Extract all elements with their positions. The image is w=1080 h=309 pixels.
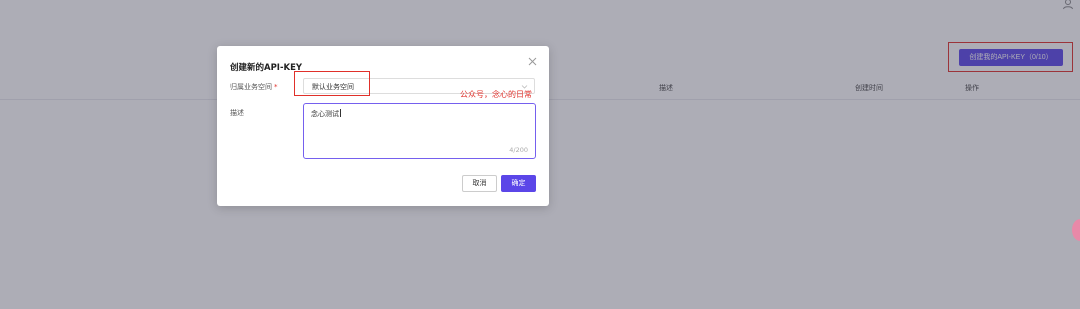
char-counter: 4/200 — [509, 146, 528, 154]
create-api-key-dialog: 创建新的API-KEY 归属业务空间 * 默认业务空间 公众号，念心的日常 描述 … — [217, 46, 549, 206]
confirm-button[interactable]: 确定 — [501, 175, 536, 192]
description-label: 描述 — [230, 109, 244, 117]
cancel-button[interactable]: 取消 — [462, 175, 497, 192]
close-icon[interactable] — [528, 57, 537, 66]
required-star: * — [274, 83, 278, 91]
workspace-highlight-box — [294, 71, 370, 96]
dialog-title: 创建新的API-KEY — [230, 63, 303, 73]
description-value: 念心测试 — [311, 109, 341, 119]
description-textarea[interactable]: 念心测试 4/200 — [303, 103, 536, 159]
workspace-label-text: 归属业务空间 — [230, 83, 272, 91]
description-text: 念心测试 — [311, 110, 339, 118]
workspace-label: 归属业务空间 * — [230, 82, 278, 92]
text-caret — [340, 109, 341, 117]
watermark-annotation: 公众号，念心的日常 — [460, 90, 532, 99]
